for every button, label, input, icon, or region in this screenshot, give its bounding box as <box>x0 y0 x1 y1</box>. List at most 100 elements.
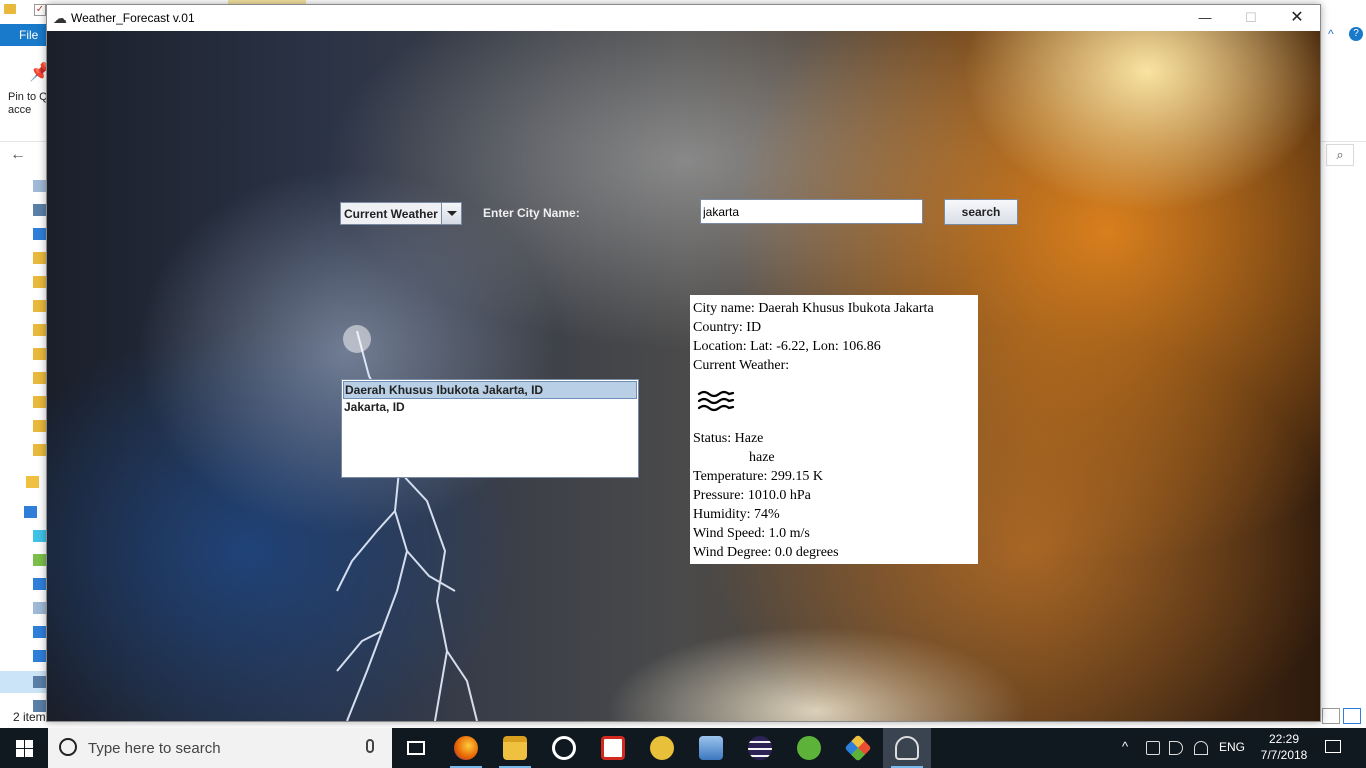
properties-check-icon[interactable]: ✓ <box>34 4 46 16</box>
cat-app-icon <box>650 736 674 760</box>
folder-icon[interactable] <box>33 420 46 432</box>
city-result-item[interactable]: Jakarta, ID <box>343 399 637 417</box>
folder-icon[interactable] <box>26 476 39 488</box>
firefox-taskbar-button[interactable] <box>442 728 490 768</box>
status-text: Status: Haze <box>693 431 764 446</box>
desktop-folder-icon[interactable] <box>33 554 46 566</box>
storm-background: Current Weather Enter City Name: search … <box>47 31 1320 721</box>
current-weather-heading: Current Weather: <box>693 358 790 373</box>
pin-to-quick-access-label[interactable]: Pin to Q acce <box>8 91 48 117</box>
haze-icon <box>697 390 735 412</box>
picture-icon[interactable] <box>33 204 46 216</box>
file-explorer-taskbar-button[interactable] <box>491 728 539 768</box>
document-icon[interactable] <box>33 180 46 192</box>
folder-icon[interactable] <box>33 348 46 360</box>
documents-icon[interactable] <box>33 578 46 590</box>
explorer-nav-pane <box>0 170 46 700</box>
minimize-button[interactable]: — <box>1182 5 1228 31</box>
battery-icon[interactable] <box>1146 741 1160 755</box>
folder-icon[interactable] <box>33 444 46 456</box>
volume-icon[interactable] <box>1169 741 1183 755</box>
clock[interactable]: 22:29 7/7/2018 <box>1258 731 1310 763</box>
pressure-text: Pressure: 1010.0 hPa <box>693 488 811 503</box>
folder-icon[interactable] <box>4 4 16 14</box>
wifi-icon[interactable] <box>1194 741 1208 755</box>
folder-icon[interactable] <box>33 324 46 336</box>
downloads-icon[interactable] <box>33 626 46 638</box>
taskbar-search-box[interactable]: Type here to search <box>48 728 392 768</box>
chevron-down-icon[interactable] <box>441 203 461 224</box>
mode-select[interactable]: Current Weather <box>340 202 462 225</box>
app-java-icon: ☁ <box>53 10 67 26</box>
music-icon[interactable] <box>33 650 46 662</box>
city-result-item[interactable]: Daerah Khusus Ibukota Jakarta, ID <box>343 381 637 399</box>
folder-icon[interactable] <box>33 372 46 384</box>
task-view-icon <box>407 741 425 755</box>
clock-date: 7/7/2018 <box>1260 748 1308 762</box>
clock-time: 22:29 <box>1268 732 1300 746</box>
wind-degree-text: Wind Degree: 0.0 degrees <box>693 545 839 560</box>
git-app-icon <box>844 734 872 762</box>
taskbar-search-placeholder: Type here to search <box>88 740 221 757</box>
chevron-up-icon[interactable]: ^ <box>1328 27 1334 41</box>
file-explorer-icon <box>503 736 527 760</box>
weather-app-icon <box>895 736 919 760</box>
file-tab[interactable]: File <box>0 24 46 46</box>
folder-icon[interactable] <box>33 300 46 312</box>
app-titlebar[interactable]: ☁ Weather_Forecast v.01 — ☐ ✕ <box>47 5 1320 31</box>
eclipse-icon <box>748 736 772 760</box>
mode-select-value: Current Weather <box>344 207 438 221</box>
desktop-icon[interactable] <box>33 228 46 240</box>
eclipse-taskbar-button[interactable] <box>736 728 784 768</box>
this-pc-icon[interactable] <box>24 506 37 518</box>
view-buttons <box>1322 708 1362 726</box>
task-view-button[interactable] <box>392 728 440 768</box>
folder-icon[interactable] <box>33 396 46 408</box>
description-text: haze <box>749 450 775 465</box>
windows-logo-icon <box>16 740 24 748</box>
weather-app-taskbar-button[interactable] <box>883 728 931 768</box>
cat-app-taskbar-button[interactable] <box>638 728 686 768</box>
explorer-search-icon[interactable]: ⌕ <box>1326 144 1354 166</box>
network-app-icon <box>699 736 723 760</box>
city-name-input[interactable] <box>700 199 923 224</box>
humidity-text: Humidity: 74% <box>693 507 780 522</box>
cortana-icon <box>59 738 77 756</box>
weather-info-panel: City name: Daerah Khusus Ibukota Jakarta… <box>690 295 978 564</box>
city-name-text: City name: Daerah Khusus Ibukota Jakarta <box>693 301 934 316</box>
search-button[interactable]: search <box>944 199 1018 225</box>
weather-app-window: ☁ Weather_Forecast v.01 — ☐ ✕ Current We… <box>46 4 1321 722</box>
language-indicator[interactable]: ENG <box>1219 740 1245 754</box>
utorrent-taskbar-button[interactable] <box>785 728 833 768</box>
git-app-taskbar-button[interactable] <box>834 728 882 768</box>
city-results-list[interactable]: Daerah Khusus Ibukota Jakarta, ID Jakart… <box>341 379 639 478</box>
windows-start-button[interactable] <box>0 728 48 768</box>
media-player-icon <box>552 736 576 760</box>
wind-speed-text: Wind Speed: 1.0 m/s <box>693 526 810 541</box>
acrobat-icon <box>601 736 625 760</box>
maximize-button[interactable]: ☐ <box>1228 5 1274 31</box>
pictures-icon[interactable] <box>33 676 46 688</box>
location-text: Location: Lat: -6.22, Lon: 106.86 <box>693 339 881 354</box>
microphone-icon[interactable] <box>366 739 374 753</box>
action-center-icon[interactable] <box>1325 740 1341 753</box>
country-text: Country: ID <box>693 320 762 335</box>
help-icon[interactable]: ? <box>1349 27 1363 41</box>
city-name-label: Enter City Name: <box>483 206 580 220</box>
acrobat-taskbar-button[interactable] <box>589 728 637 768</box>
media-player-taskbar-button[interactable] <box>540 728 588 768</box>
document-icon[interactable] <box>33 602 46 614</box>
folder-icon[interactable] <box>33 276 46 288</box>
show-hidden-icons-chevron-icon[interactable]: ^ <box>1122 739 1128 754</box>
firefox-icon <box>454 736 478 760</box>
close-button[interactable]: ✕ <box>1274 5 1320 31</box>
folder-icon[interactable] <box>33 252 46 264</box>
network-app-taskbar-button[interactable] <box>687 728 735 768</box>
utorrent-icon <box>797 736 821 760</box>
lightning-bolt-image <box>336 325 478 721</box>
taskbar: Type here to search ^ ENG 22:29 7/7/2018 <box>0 728 1366 768</box>
large-icons-view-icon[interactable] <box>1343 708 1361 724</box>
back-arrow-icon[interactable]: ← <box>10 146 26 164</box>
3d-objects-icon[interactable] <box>33 530 46 542</box>
details-view-icon[interactable] <box>1322 708 1340 724</box>
